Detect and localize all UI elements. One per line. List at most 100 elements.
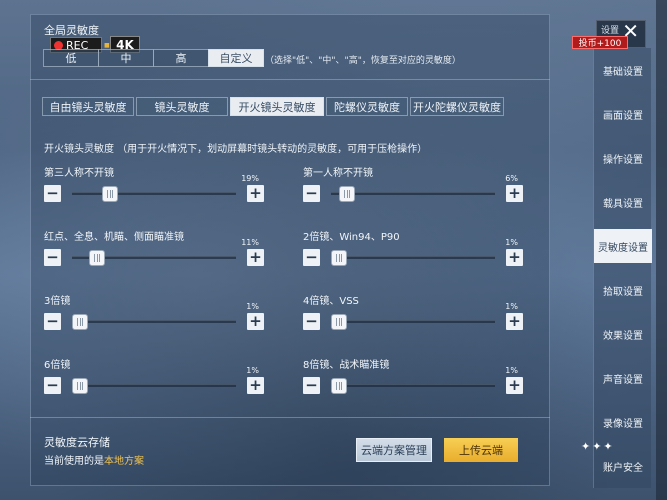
increase-button[interactable]: + <box>506 377 523 394</box>
slider-value: 19% <box>241 174 259 183</box>
increase-button[interactable]: + <box>506 185 523 202</box>
cloud-storage-title: 灵敏度云存储 <box>44 436 110 449</box>
tab-1[interactable]: 镜头灵敏度 <box>136 97 228 116</box>
current-scheme-value: 本地方案 <box>104 456 144 467</box>
slider-label: 4倍镜、VSS <box>303 296 359 307</box>
slider-thumb[interactable] <box>331 314 348 330</box>
tab-3[interactable]: 陀螺仪灵敏度 <box>326 97 408 116</box>
slider-track[interactable] <box>72 378 236 394</box>
sidebar-item-4[interactable]: 灵敏度设置 <box>594 229 652 263</box>
decrease-button[interactable]: − <box>44 377 61 394</box>
slider-5: 4倍镜、VSS 1% − + <box>303 292 523 340</box>
slider-track[interactable] <box>72 250 236 266</box>
slider-label: 8倍镜、战术瞄准镜 <box>303 360 390 371</box>
slider-value: 1% <box>505 302 518 311</box>
grip-icon <box>106 190 113 198</box>
slider-3: 2倍镜、Win94、P90 1% − + <box>303 228 523 276</box>
sidebar-item-1[interactable]: 画面设置 <box>594 97 652 131</box>
slider-label: 6倍镜 <box>44 360 71 371</box>
slider-track[interactable] <box>72 186 236 202</box>
slider-thumb[interactable] <box>331 250 348 266</box>
slider-thumb[interactable] <box>72 378 89 394</box>
sidebar-item-6[interactable]: 效果设置 <box>594 317 652 351</box>
decrease-button[interactable]: − <box>44 313 61 330</box>
decrease-button[interactable]: − <box>303 249 320 266</box>
slider-6: 6倍镜 1% − + <box>44 356 264 404</box>
cloud-storage-section: 灵敏度云存储 当前使用的是本地方案 云端方案管理 上传云端 <box>30 417 550 486</box>
preset-button-1[interactable]: 中 <box>98 49 154 67</box>
preset-button-2[interactable]: 高 <box>153 49 209 67</box>
slider-track[interactable] <box>331 250 495 266</box>
sidebar-item-7[interactable]: 声音设置 <box>594 361 652 395</box>
decrease-button[interactable]: − <box>303 185 320 202</box>
tab-2[interactable]: 开火镜头灵敏度 <box>230 97 324 116</box>
slider-value: 6% <box>505 174 518 183</box>
slider-thumb[interactable] <box>72 314 89 330</box>
grip-icon <box>93 254 100 262</box>
slider-track[interactable] <box>331 314 495 330</box>
increase-button[interactable]: + <box>506 313 523 330</box>
global-sensitivity-label: 全局灵敏度 <box>44 24 99 37</box>
sparkle-icon: ✦✦✦ <box>581 440 615 453</box>
preset-button-0[interactable]: 低 <box>43 49 99 67</box>
sensitivity-tabs: 自由镜头灵敏度 镜头灵敏度 开火镜头灵敏度 陀螺仪灵敏度 开火陀螺仪灵敏度 <box>42 97 506 116</box>
slider-value: 1% <box>246 302 259 311</box>
slider-value: 1% <box>505 366 518 375</box>
sidebar-item-8[interactable]: 录像设置 <box>594 405 652 439</box>
coin-badge: 投币+100 <box>572 36 628 49</box>
slider-1: 第一人称不开镜 6% − + <box>303 164 523 212</box>
slider-track[interactable] <box>331 186 495 202</box>
sidebar-item-9[interactable]: 账户安全 <box>594 449 652 483</box>
tab-4[interactable]: 开火陀螺仪灵敏度 <box>410 97 504 116</box>
k4-prefix-icon: ■ <box>104 42 110 49</box>
slider-thumb[interactable] <box>331 378 348 394</box>
sidebar-item-5[interactable]: 拾取设置 <box>594 273 652 307</box>
slider-label: 第一人称不开镜 <box>303 168 373 179</box>
sensitivity-preset-group: 低中高自定义 <box>43 49 264 67</box>
increase-button[interactable]: + <box>247 185 264 202</box>
increase-button[interactable]: + <box>247 249 264 266</box>
slider-value: 11% <box>241 238 259 247</box>
slider-label: 3倍镜 <box>44 296 71 307</box>
decrease-button[interactable]: − <box>44 185 61 202</box>
grip-icon <box>77 382 84 390</box>
tab-0[interactable]: 自由镜头灵敏度 <box>42 97 134 116</box>
grip-icon <box>336 254 343 262</box>
slider-track[interactable] <box>72 314 236 330</box>
decrease-button[interactable]: − <box>44 249 61 266</box>
cloud-manage-button[interactable]: 云端方案管理 <box>356 438 432 462</box>
close-small-text: 设置 <box>601 26 620 36</box>
screen-edge <box>656 0 667 500</box>
slider-4: 3倍镜 1% − + <box>44 292 264 340</box>
sidebar-item-3[interactable]: 载具设置 <box>594 185 652 219</box>
settings-sidebar: 基础设置画面设置操作设置载具设置灵敏度设置拾取设置效果设置声音设置录像设置账户安… <box>593 48 652 488</box>
slider-0: 第三人称不开镜 19% − + <box>44 164 264 212</box>
sidebar-item-0[interactable]: 基础设置 <box>594 53 652 87</box>
slider-thumb[interactable] <box>88 250 105 266</box>
decrease-button[interactable]: − <box>303 313 320 330</box>
slider-7: 8倍镜、战术瞄准镜 1% − + <box>303 356 523 404</box>
sidebar-item-2[interactable]: 操作设置 <box>594 141 652 175</box>
current-scheme-text: 当前使用的是本地方案 <box>44 452 144 467</box>
preset-button-3[interactable]: 自定义 <box>208 49 264 67</box>
slider-label: 第三人称不开镜 <box>44 168 114 179</box>
grip-icon <box>77 318 84 326</box>
increase-button[interactable]: + <box>247 377 264 394</box>
grip-icon <box>336 318 343 326</box>
increase-button[interactable]: + <box>506 249 523 266</box>
slider-thumb[interactable] <box>339 186 356 202</box>
slider-thumb[interactable] <box>101 186 118 202</box>
upload-cloud-button[interactable]: 上传云端 <box>444 438 518 462</box>
grip-icon <box>344 190 351 198</box>
current-scheme-prefix: 当前使用的是 <box>44 456 104 467</box>
section-title: 开火镜头灵敏度 （用于开火情况下，划动屏幕时镜头转动的灵敏度，可用于压枪操作） <box>44 144 428 155</box>
slider-label: 红点、全息、机瞄、侧面瞄准镜 <box>44 232 184 243</box>
slider-label: 2倍镜、Win94、P90 <box>303 232 400 243</box>
decrease-button[interactable]: − <box>303 377 320 394</box>
slider-value: 1% <box>246 366 259 375</box>
increase-button[interactable]: + <box>247 313 264 330</box>
slider-value: 1% <box>505 238 518 247</box>
grip-icon <box>336 382 343 390</box>
slider-track[interactable] <box>331 378 495 394</box>
global-sensitivity-section: 全局灵敏度 REC ■ 4K 低中高自定义 （选择"低"、"中"、"高"，恢复至… <box>30 14 550 80</box>
